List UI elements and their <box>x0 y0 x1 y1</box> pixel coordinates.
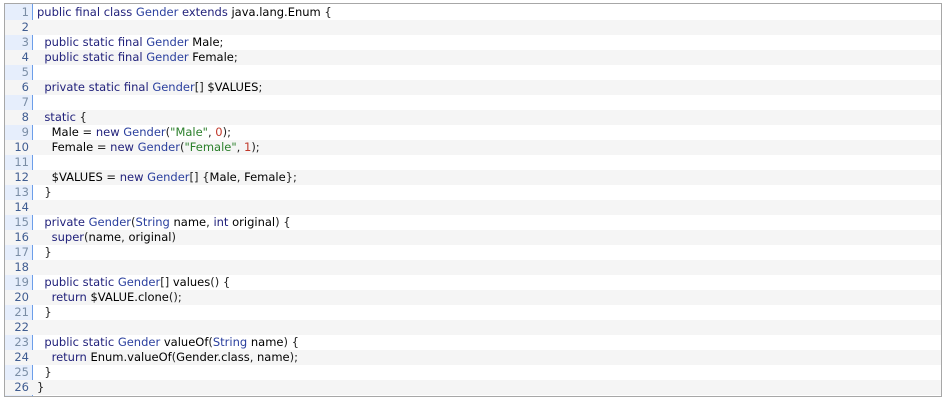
code-line: 11 <box>5 155 941 170</box>
line-number: 7 <box>21 95 29 109</box>
code-text: public static Gender valueOf(String name… <box>44 335 299 349</box>
line-number: 14 <box>14 200 29 214</box>
code-line: 6 private static final Gender[] $VALUES; <box>5 80 941 95</box>
line-number: 21 <box>14 305 29 319</box>
code-text: } <box>44 305 52 319</box>
line-number: 9 <box>21 125 29 139</box>
code-text: public static final Gender Male; <box>44 35 224 49</box>
line-number: 22 <box>14 320 29 334</box>
line-number: 16 <box>14 230 29 244</box>
code-text: return Enum.valueOf(Gender.class, name); <box>37 350 941 365</box>
code-line: 7 <box>5 95 941 110</box>
code-text: Male = new Gender("Male", 0); <box>51 125 231 139</box>
line-number: 23 <box>14 335 29 349</box>
code-text: public final class Gender extends java.l… <box>37 5 332 19</box>
code-line: 2 <box>5 20 941 35</box>
code-text: public static Gender[] values() { <box>44 275 231 289</box>
code-line: 12 $VALUES = new Gender[] {Male, Female}… <box>5 170 941 185</box>
line-number: 18 <box>14 260 29 274</box>
code-line: 4 public static final Gender Female; <box>5 50 941 65</box>
line-number: 3 <box>21 35 29 49</box>
line-number: 19 <box>14 275 29 289</box>
code-line: 23 public static Gender valueOf(String n… <box>5 335 941 350</box>
line-number: 20 <box>14 290 29 304</box>
code-text: } <box>44 365 52 379</box>
line-number: 5 <box>21 65 29 79</box>
line-number: 26 <box>14 380 29 394</box>
line-number: 10 <box>14 140 29 154</box>
code-line: 22 <box>5 320 941 335</box>
code-line: 17 } <box>5 245 941 260</box>
code-text: } <box>44 185 52 199</box>
code-text: private Gender(String name, int original… <box>44 215 291 229</box>
line-number: 11 <box>14 155 29 169</box>
code-line: 19 public static Gender[] values() { <box>5 275 941 290</box>
code-text: } <box>37 380 941 395</box>
line-number: 8 <box>21 110 29 124</box>
code-block: 1 public final class Gender extends java.… <box>4 3 942 397</box>
code-line: 21 } <box>5 305 941 320</box>
code-line: 26} <box>5 380 941 395</box>
code-line: 13 } <box>5 185 941 200</box>
code-line: 9 Male = new Gender("Male", 0); <box>5 125 941 140</box>
code-line: 18 <box>5 260 941 275</box>
code-line: 16 super(name, original) <box>5 230 941 245</box>
code-line: 8 static { <box>5 110 941 125</box>
code-text: } <box>44 245 52 259</box>
line-number: 1 <box>21 5 29 19</box>
code-line: 1 public final class Gender extends java.… <box>5 5 941 20</box>
code-line: 3 public static final Gender Male; <box>5 35 941 50</box>
line-number: 6 <box>21 80 29 94</box>
code-line: 24 return Enum.valueOf(Gender.class, nam… <box>5 350 941 365</box>
code-line: 15 private Gender(String name, int origi… <box>5 215 941 230</box>
code-line: 25 } <box>5 365 941 380</box>
line-number: 13 <box>14 185 29 199</box>
line-number: 24 <box>14 350 29 364</box>
line-number: 4 <box>21 50 29 64</box>
code-line: 14 <box>5 200 941 215</box>
code-line: 20 return $VALUE.clone(); <box>5 290 941 305</box>
code-line: 5 <box>5 65 941 80</box>
line-number: 12 <box>14 170 29 184</box>
code-text: public static final Gender Female; <box>37 50 941 65</box>
code-line: 10 Female = new Gender("Female", 1); <box>5 140 941 155</box>
code-lines: 1 public final class Gender extends java.… <box>5 5 941 395</box>
line-number: 25 <box>14 365 29 379</box>
line-number: 15 <box>14 215 29 229</box>
code-text: $VALUES = new Gender[] {Male, Female}; <box>37 170 941 185</box>
line-number: 2 <box>21 20 29 34</box>
code-text: static { <box>37 110 941 125</box>
code-text: return $VALUE.clone(); <box>37 290 941 305</box>
code-text: Female = new Gender("Female", 1); <box>37 140 941 155</box>
line-number: 17 <box>14 245 29 259</box>
code-text: super(name, original) <box>37 230 941 245</box>
code-text: private static final Gender[] $VALUES; <box>37 80 941 95</box>
